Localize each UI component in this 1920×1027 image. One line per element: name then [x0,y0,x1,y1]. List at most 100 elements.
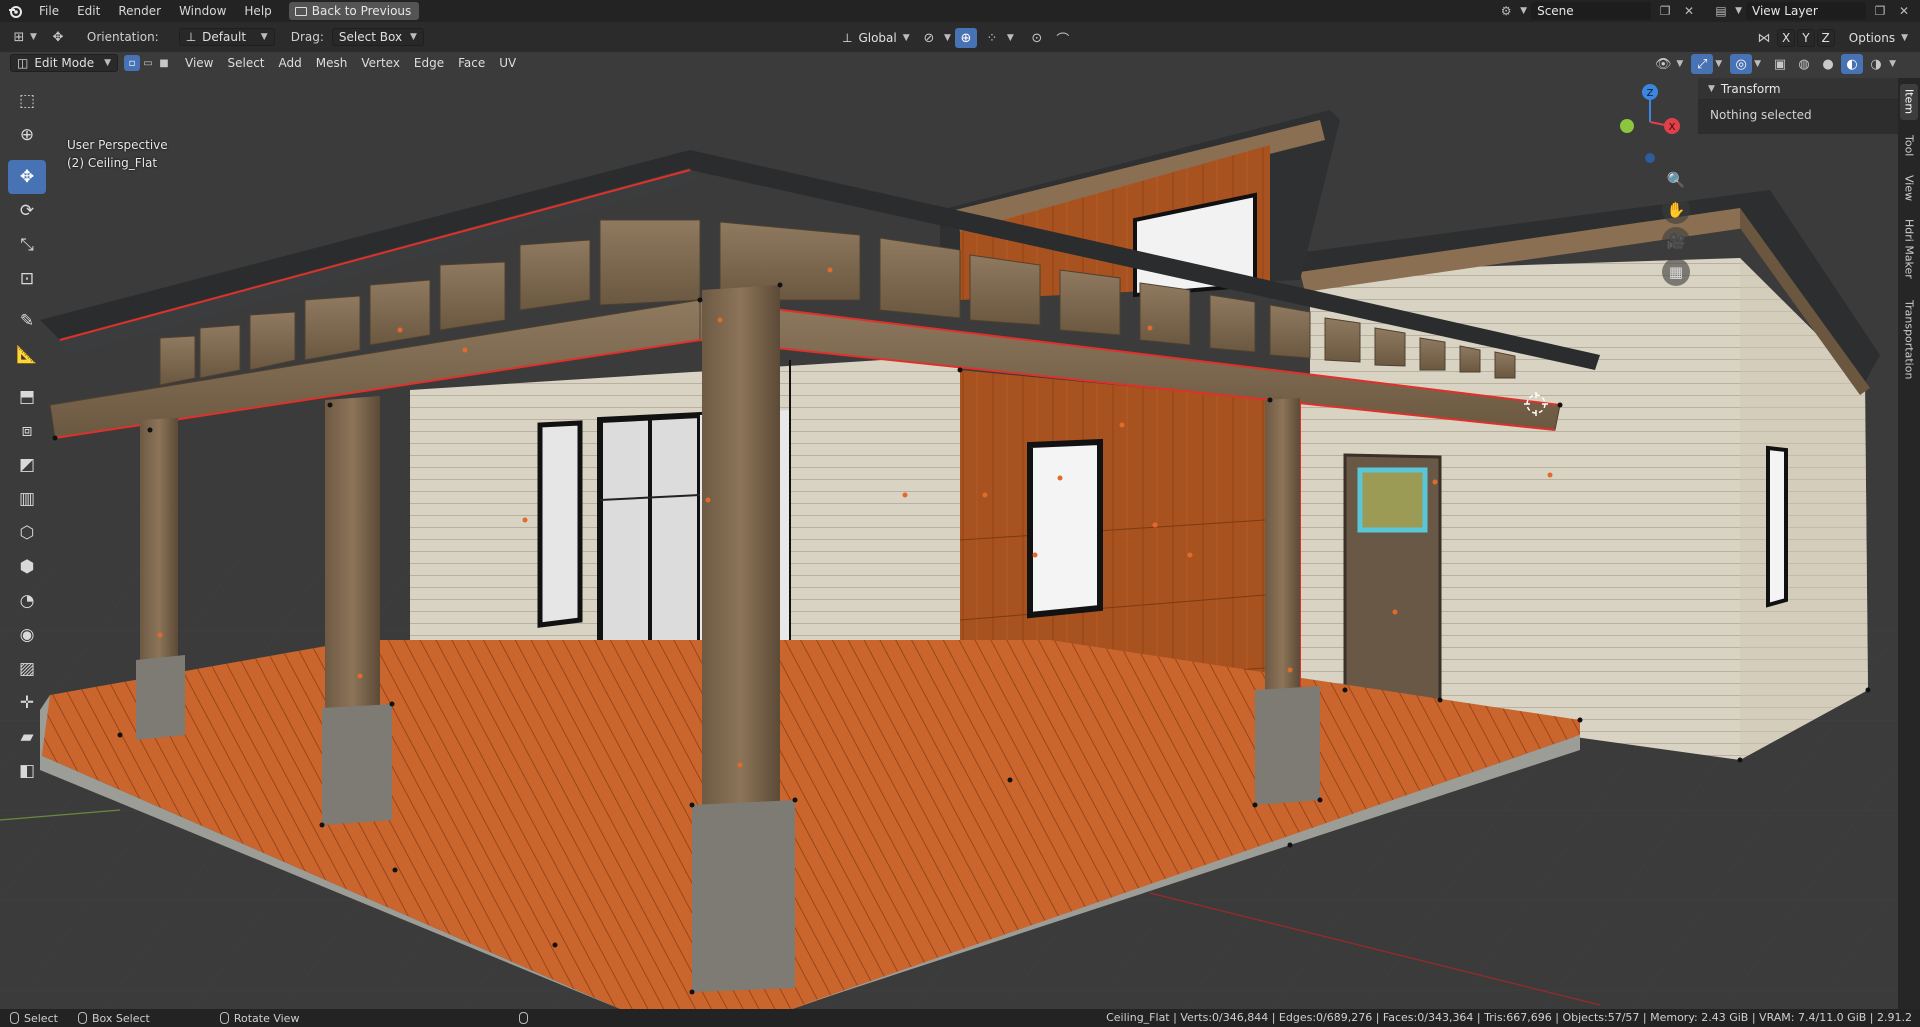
3d-viewport[interactable]: User Perspective (2) Ceiling_Flat [0,52,1920,1009]
shrink-fatten-tool-icon[interactable]: ✛ [8,686,46,720]
mode-dropdown[interactable]: ◫ Edit Mode ▼ [10,54,118,72]
editor-type-icon[interactable]: ⊞ [8,27,30,47]
menu-add[interactable]: Add [272,54,309,72]
view-layer-field[interactable]: View Layer [1746,2,1866,20]
proportional-falloff-icon[interactable]: ⌒ [1052,28,1074,48]
mirror-icon[interactable]: ⋈ [1753,28,1775,48]
active-object-label: (2) Ceiling_Flat [67,156,158,170]
right-mouse-icon [519,1012,529,1024]
menu-uv[interactable]: UV [492,54,523,72]
tool-settings-header: ⊞ ▼ ✥ Orientation: ⊥ Default ▼ Drag: Sel… [0,22,1920,52]
drag-value: Select Box [338,30,403,44]
mirror-z-toggle[interactable]: Z [1816,29,1835,47]
visibility-icon[interactable]: 👁 [1652,54,1674,74]
tab-tool[interactable]: Tool [1900,128,1918,164]
status-context-menu [509,1012,538,1024]
scale-tool-icon[interactable]: ⤡ [8,228,46,262]
snap-toggle-icon[interactable]: ⊕ [954,28,977,48]
menu-select[interactable]: Select [220,54,271,72]
edge-select-icon[interactable]: ▭ [140,55,156,71]
navigation-gizmo[interactable]: Z X [1600,82,1680,172]
menu-file[interactable]: File [30,0,68,22]
rendered-shading-icon[interactable]: ◑ [1865,54,1887,74]
solid-shading-icon[interactable]: ● [1817,54,1839,74]
mirror-x-toggle[interactable]: X [1776,29,1796,47]
menu-edge[interactable]: Edge [407,54,451,72]
snap-element-icon[interactable]: ⁘ [981,28,1003,48]
overlays-toggle-icon[interactable]: ◎ [1730,54,1753,74]
menu-render[interactable]: Render [109,0,170,22]
tab-transportation[interactable]: Transportation [1900,290,1918,390]
move-tool-icon[interactable]: ✥ [8,160,46,194]
nothing-selected-message: Nothing selected [1710,108,1812,122]
wireframe-shading-icon[interactable]: ◍ [1793,54,1815,74]
chevron-down-icon: ▼ [260,32,268,42]
drag-label: Drag: [290,30,324,44]
bevel-tool-icon[interactable]: ◩ [8,448,46,482]
menu-face[interactable]: Face [451,54,492,72]
mouse-drag-icon [77,1012,87,1024]
gizmo-y-axis [1620,119,1634,133]
tab-view[interactable]: View [1900,170,1918,206]
menu-edit[interactable]: Edit [68,0,109,22]
edge-slide-tool-icon[interactable]: ▨ [8,652,46,686]
transform-tool-icon[interactable]: ⊡ [8,262,46,296]
menu-window[interactable]: Window [170,0,235,22]
chevron-down-icon: ▼ [1889,59,1896,69]
annotate-tool-icon[interactable]: ✎ [8,304,46,338]
perspective-toggle-icon[interactable]: ▦ [1662,258,1690,286]
orientation-value: Default [202,30,247,44]
tab-hdri-maker[interactable]: Hdri Maker [1900,214,1918,284]
back-to-previous-button[interactable]: Back to Previous [288,2,420,20]
drag-dropdown[interactable]: Select Box ▼ [331,28,424,46]
options-dropdown[interactable]: Options ▼ [1843,29,1914,47]
scene-browse-icon[interactable]: ⚙ [1496,2,1516,20]
orientation-dropdown[interactable]: ⊥ Default ▼ [178,28,275,46]
menu-view[interactable]: View [178,54,220,72]
delete-scene-icon[interactable]: ✕ [1679,2,1699,20]
top-menu-bar: File Edit Render Window Help Back to Pre… [0,0,1920,22]
measure-tool-icon[interactable]: 📐 [8,338,46,372]
blender-logo-icon[interactable] [0,0,30,22]
camera-view-icon[interactable]: 🎥 [1662,227,1690,255]
select-box-tool-icon[interactable]: ⬚ [8,84,46,118]
vertex-select-icon[interactable]: ▫ [124,55,140,71]
left-mouse-icon [10,1012,19,1024]
tab-item[interactable]: Item [1900,84,1918,120]
menu-vertex[interactable]: Vertex [354,54,407,72]
new-view-layer-icon[interactable]: ❐ [1870,2,1890,20]
xray-toggle-icon[interactable]: ▣ [1769,54,1791,74]
mirror-y-toggle[interactable]: Y [1797,29,1815,47]
zoom-icon[interactable]: 🔍 [1662,166,1690,194]
poly-build-tool-icon[interactable]: ⬢ [8,550,46,584]
transform-panel-header[interactable]: ▼ Transform [1698,78,1898,100]
delete-view-layer-icon[interactable]: ✕ [1894,2,1914,20]
middle-mouse-icon [219,1012,229,1024]
rotate-tool-icon[interactable]: ⟳ [8,194,46,228]
gizmo-neg-z [1645,153,1655,163]
smooth-tool-icon[interactable]: ◉ [8,618,46,652]
gizmo-toggle-icon[interactable]: ⤢ [1691,54,1714,74]
cursor-tool-icon[interactable]: ⊕ [8,118,46,152]
view-layer-icon[interactable]: ▤ [1711,2,1731,20]
status-box-select-label: Box Select [91,1011,150,1025]
knife-tool-icon[interactable]: ⬡ [8,516,46,550]
orientation-label: Orientation: [86,30,159,44]
scene-name-field[interactable]: Scene [1531,2,1652,20]
sidebar-tabs: Item Tool View Hdri Maker Transportation [1898,78,1920,1009]
menu-mesh[interactable]: Mesh [309,54,355,72]
rip-tool-icon[interactable]: ◧ [8,754,46,788]
pivot-point-icon[interactable]: ⊘ [918,28,940,48]
pan-hand-icon[interactable]: ✋ [1662,196,1690,224]
new-scene-icon[interactable]: ❐ [1655,2,1675,20]
spin-tool-icon[interactable]: ◔ [8,584,46,618]
inset-tool-icon[interactable]: ⧈ [8,414,46,448]
loop-cut-tool-icon[interactable]: ▥ [8,482,46,516]
face-select-icon[interactable]: ■ [156,55,172,71]
menu-help[interactable]: Help [235,0,280,22]
extrude-tool-icon[interactable]: ⬒ [8,380,46,414]
transform-orientation-dropdown[interactable]: ⊥ Global ▼ [836,29,914,47]
proportional-editing-icon[interactable]: ⊙ [1026,28,1048,48]
material-preview-icon[interactable]: ◐ [1841,54,1864,74]
shear-tool-icon[interactable]: ▰ [8,720,46,754]
